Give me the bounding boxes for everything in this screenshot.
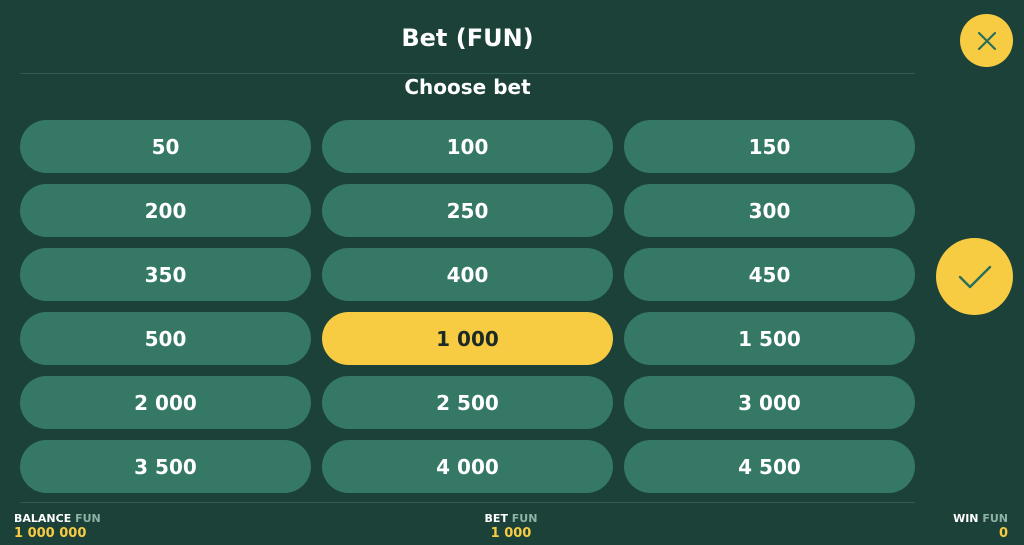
choose-bet-heading: Choose bet xyxy=(404,75,531,99)
balance-display: BALANCE FUN 1 000 000 xyxy=(14,512,101,542)
balance-value: 1 000 000 xyxy=(14,526,87,541)
close-button[interactable] xyxy=(960,14,1013,67)
bet-option-button[interactable]: 400 xyxy=(322,248,613,301)
balance-label: BALANCE xyxy=(14,512,72,525)
footer-divider xyxy=(20,502,915,503)
bet-option-button[interactable]: 3 000 xyxy=(624,376,915,429)
bet-option-button[interactable]: 4 000 xyxy=(322,440,613,493)
bet-option-button[interactable]: 250 xyxy=(322,184,613,237)
win-display: WIN FUN 0 xyxy=(953,512,1008,542)
bet-option-button[interactable]: 50 xyxy=(20,120,311,173)
bet-option-button[interactable]: 2 500 xyxy=(322,376,613,429)
bet-value: 1 000 xyxy=(490,526,532,541)
close-icon xyxy=(976,30,998,52)
bet-option-button[interactable]: 500 xyxy=(20,312,311,365)
bet-currency: FUN xyxy=(511,512,538,525)
bet-label: BET xyxy=(484,512,508,525)
bet-option-button[interactable]: 2 000 xyxy=(20,376,311,429)
checkmark-icon xyxy=(957,263,993,291)
bet-option-button[interactable]: 150 xyxy=(624,120,915,173)
bet-option-button[interactable]: 1 000 xyxy=(322,312,613,365)
bet-option-button[interactable]: 450 xyxy=(624,248,915,301)
bet-options-grid: 50 100 150 200 250 300 350 400 450 500 1… xyxy=(20,120,915,493)
bet-option-button[interactable]: 3 500 xyxy=(20,440,311,493)
win-currency: FUN xyxy=(982,512,1008,525)
balance-currency: FUN xyxy=(75,512,101,525)
win-value: 0 xyxy=(998,526,1008,541)
bet-option-button[interactable]: 1 500 xyxy=(624,312,915,365)
bet-option-button[interactable]: 350 xyxy=(20,248,311,301)
dialog-title: Bet (FUN) xyxy=(401,24,534,52)
confirm-button[interactable] xyxy=(936,238,1013,315)
bet-option-button[interactable]: 100 xyxy=(322,120,613,173)
win-label: WIN xyxy=(953,512,979,525)
bet-option-button[interactable]: 200 xyxy=(20,184,311,237)
bet-option-button[interactable]: 4 500 xyxy=(624,440,915,493)
bet-option-button[interactable]: 300 xyxy=(624,184,915,237)
bet-display: BET FUN 1 000 xyxy=(460,512,562,542)
